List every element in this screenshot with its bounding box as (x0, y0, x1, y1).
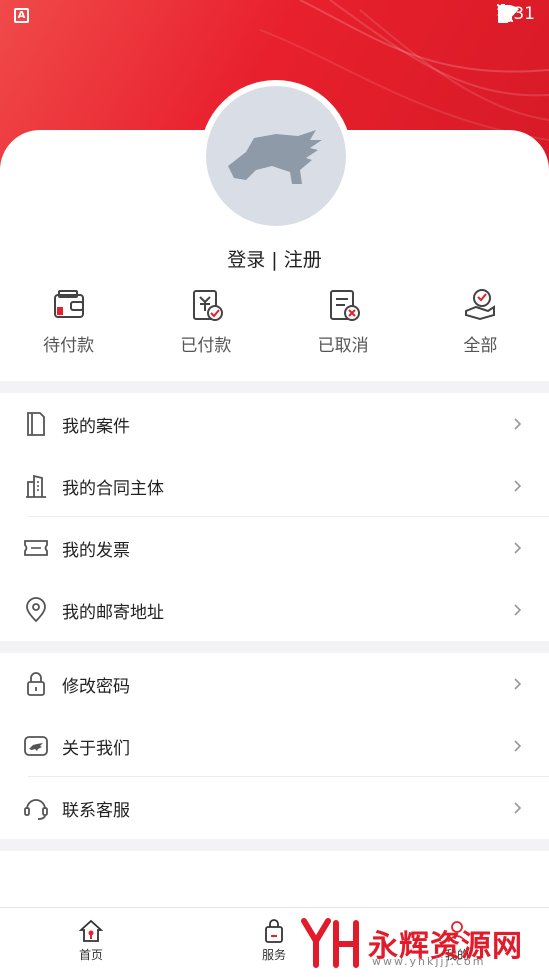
login-register-link[interactable]: 登录 | 注册 (0, 245, 549, 272)
tab-label: 首页 (78, 948, 103, 962)
menu-label: 关于我们 (62, 738, 130, 759)
order-pending-payment[interactable]: 待付款 (0, 285, 137, 365)
order-cancelled[interactable]: 已取消 (275, 285, 412, 365)
menu-group-settings: 修改密码 关于我们 联系客服 (0, 653, 549, 839)
horse-logo-icon (228, 130, 322, 184)
menu-label: 我的合同主体 (62, 478, 164, 499)
menu-label: 我的发票 (62, 540, 130, 561)
home-icon (78, 919, 104, 942)
menu-item-invoices[interactable]: 我的发票 (0, 517, 549, 579)
watermark-url: www.yhkjjj.com (372, 955, 486, 968)
ticket-icon (24, 540, 48, 556)
menu-item-change-password[interactable]: 修改密码 (0, 653, 549, 715)
menu-item-about-us[interactable]: 关于我们 (0, 715, 549, 777)
info-horse-icon (24, 736, 48, 756)
chevron-right-icon (514, 678, 522, 690)
chevron-right-icon (514, 740, 522, 752)
battery-icon (497, 4, 508, 23)
chevron-right-icon (514, 542, 522, 554)
section-gap (0, 641, 549, 653)
headset-icon (24, 799, 48, 820)
order-all[interactable]: 全部 (412, 285, 549, 365)
chevron-right-icon (514, 480, 522, 492)
section-gap (0, 381, 549, 393)
avatar[interactable] (206, 86, 346, 226)
order-status-row: 待付款 已付款 已取消 全部 (0, 285, 549, 365)
chevron-right-icon (514, 802, 522, 814)
order-paid[interactable]: 已付款 (137, 285, 274, 365)
location-pin-icon (26, 597, 46, 623)
cancelled-receipt-icon (330, 290, 361, 321)
order-label: 已取消 (317, 336, 369, 356)
order-label: 待付款 (43, 336, 95, 356)
menu-item-contract-entity[interactable]: 我的合同主体 (0, 455, 549, 517)
lock-icon (27, 672, 45, 696)
building-icon (26, 474, 46, 498)
app-notification-icon: A (14, 8, 29, 23)
paid-receipt-icon (192, 290, 223, 321)
tab-label: 服务 (261, 948, 286, 962)
watermark: 永辉资源网 www.yhkjjj.com (300, 915, 545, 971)
order-label: 全部 (463, 336, 498, 356)
menu-group-account: 我的案件 我的合同主体 我的发票 我的邮寄地址 (0, 393, 549, 641)
tab-home[interactable]: 首页 (51, 918, 131, 963)
menu-label: 我的案件 (62, 416, 130, 437)
menu-item-customer-service[interactable]: 联系客服 (0, 777, 549, 839)
watermark-logo-icon (301, 918, 359, 968)
menu-label: 我的邮寄地址 (62, 602, 164, 623)
all-orders-icon (465, 289, 496, 321)
chevron-right-icon (514, 418, 522, 430)
status-bar: A 4:31 (0, 0, 549, 32)
section-gap (0, 839, 549, 851)
menu-item-mailing-address[interactable]: 我的邮寄地址 (0, 579, 549, 641)
wallet-icon (53, 290, 84, 318)
menu-item-my-cases[interactable]: 我的案件 (0, 393, 549, 455)
menu-label: 修改密码 (62, 676, 130, 697)
order-label: 已付款 (180, 336, 232, 356)
document-icon (27, 412, 45, 436)
bag-icon (265, 919, 283, 943)
chevron-right-icon (514, 604, 522, 616)
menu-label: 联系客服 (62, 800, 130, 821)
